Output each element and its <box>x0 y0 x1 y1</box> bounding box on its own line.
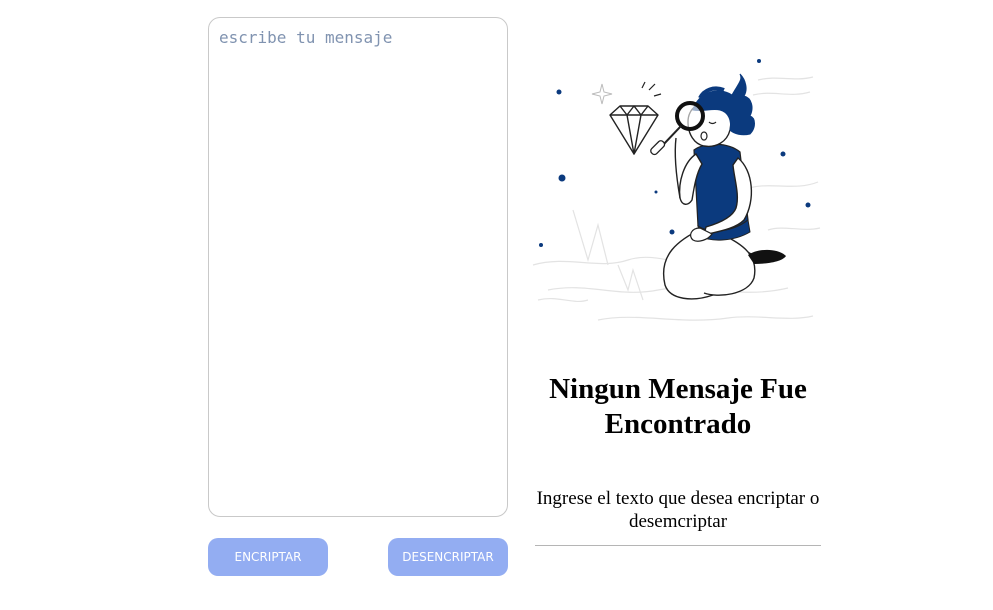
person-searching-illustration <box>532 59 821 321</box>
divider <box>535 545 821 546</box>
empty-state-title: Ningun Mensaje Fue Encontrado <box>549 373 807 440</box>
encrypt-button[interactable]: ENCRIPTAR <box>208 538 328 576</box>
message-input[interactable] <box>219 28 497 506</box>
decrypt-button[interactable]: DESENCRIPTAR <box>388 538 508 576</box>
encryptor-page: ENCRIPTAR DESENCRIPTAR <box>0 0 993 610</box>
message-input-container <box>208 17 508 517</box>
empty-state-subtitle: Ingrese el texto que desea encriptar o d… <box>536 488 820 532</box>
